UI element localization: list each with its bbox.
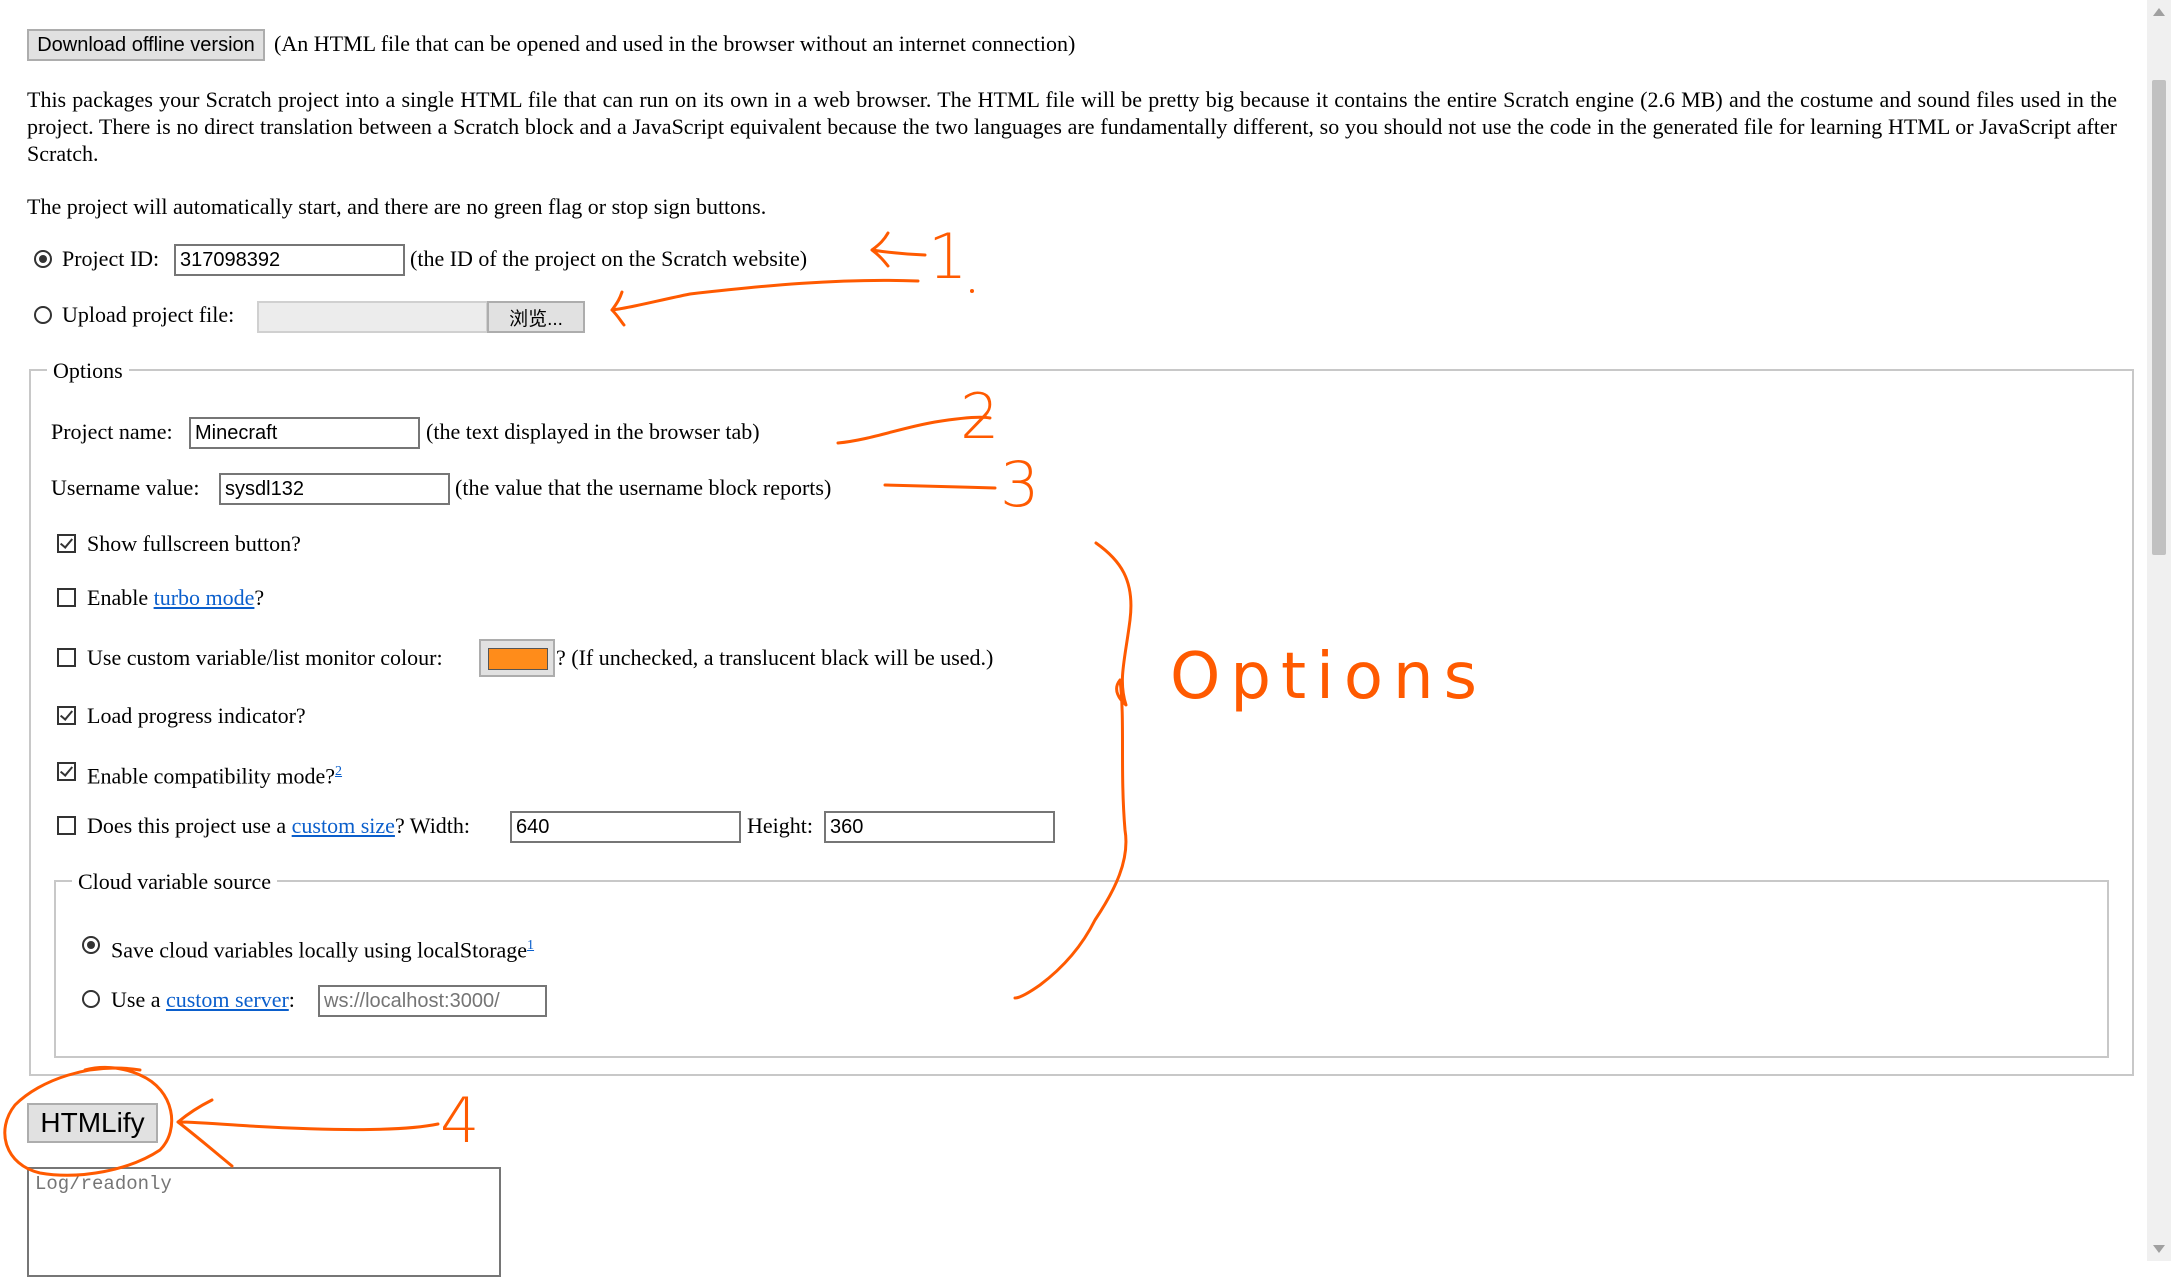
project-id-note: (the ID of the project on the Scratch we…: [410, 246, 808, 271]
project-id-input[interactable]: 317098392: [174, 244, 405, 276]
compat-checkbox[interactable]: [57, 762, 76, 781]
cloud-local-radio[interactable]: [82, 936, 100, 954]
custom-size-label: Does this project use a custom size? Wid…: [87, 813, 470, 839]
project-id-radio[interactable]: [34, 250, 52, 268]
scroll-up-arrow-icon[interactable]: [2153, 8, 2165, 16]
monitor-colour-picker[interactable]: [479, 639, 555, 677]
upload-file-radio[interactable]: [34, 306, 52, 324]
cloud-local-text: Save cloud variables locally using local…: [111, 937, 528, 963]
cloud-server-colon: :: [288, 987, 295, 1012]
arrow-4-htmlify: [176, 1098, 440, 1168]
annotation-label-4: 4: [440, 1084, 480, 1157]
project-id-label: Project ID:: [62, 246, 160, 271]
monitor-colour-label: Use custom variable/list monitor colour:: [87, 645, 443, 670]
username-input[interactable]: sysdl132: [219, 473, 450, 505]
turbo-checkbox[interactable]: [57, 588, 76, 607]
upload-file-path[interactable]: [257, 301, 488, 333]
compat-footnote-link[interactable]: 2: [335, 764, 342, 779]
annotation-label-1: 1: [928, 220, 968, 293]
intro-paragraph: This packages your Scratch project into …: [27, 87, 2117, 166]
download-offline-button[interactable]: Download offline version: [27, 29, 265, 61]
turbo-prefix: Enable: [87, 585, 149, 610]
vertical-scrollbar[interactable]: [2147, 0, 2171, 1261]
project-name-label: Project name:: [51, 419, 173, 444]
fullscreen-label: Show fullscreen button?: [87, 531, 301, 556]
turbo-mode-link[interactable]: turbo mode: [154, 585, 255, 610]
cloud-local-footnote-link[interactable]: 1: [527, 938, 534, 953]
cloud-legend: Cloud variable source: [72, 869, 278, 895]
fullscreen-checkbox[interactable]: [57, 534, 76, 553]
htmlify-button[interactable]: HTMLify: [27, 1103, 158, 1143]
browse-button[interactable]: 浏览...: [487, 301, 585, 333]
height-input[interactable]: 360: [824, 811, 1055, 843]
turbo-suffix: ?: [254, 585, 265, 610]
cloud-fieldset: [54, 880, 2109, 1058]
custom-size-prefix: Does this project use a: [87, 813, 287, 838]
turbo-label: Enable turbo mode?: [87, 585, 264, 611]
width-label: ? Width:: [394, 813, 471, 838]
custom-size-link[interactable]: custom size: [292, 813, 395, 838]
cloud-server-prefix: Use a: [111, 987, 161, 1012]
cloud-local-label: Save cloud variables locally using local…: [111, 933, 534, 963]
scrollbar-thumb[interactable]: [2152, 80, 2166, 555]
width-input[interactable]: 640: [510, 811, 741, 843]
annotation-label-2: 2: [960, 380, 1000, 453]
custom-size-checkbox[interactable]: [57, 816, 76, 835]
height-label: Height:: [747, 813, 813, 838]
upload-file-label: Upload project file:: [62, 302, 235, 327]
annotation-label-3: 3: [1000, 448, 1040, 521]
scroll-down-arrow-icon[interactable]: [2153, 1245, 2165, 1253]
annotation-options-label: Options: [1170, 640, 1487, 714]
autostart-note: The project will automatically start, an…: [27, 194, 767, 219]
progress-label: Load progress indicator?: [87, 703, 306, 728]
custom-server-link[interactable]: custom server: [166, 987, 289, 1012]
compat-label: Enable compatibility mode?2: [87, 759, 342, 789]
compat-text: Enable compatibility mode?: [87, 763, 336, 789]
arrow-1-project-id: [870, 231, 927, 268]
download-note: (An HTML file that can be opened and use…: [274, 31, 1076, 56]
progress-checkbox[interactable]: [57, 706, 76, 725]
monitor-colour-note: ? (If unchecked, a translucent black wil…: [556, 645, 994, 670]
monitor-colour-checkbox[interactable]: [57, 648, 76, 667]
cloud-server-radio[interactable]: [82, 990, 100, 1008]
username-label: Username value:: [51, 475, 200, 500]
monitor-colour-swatch: [488, 648, 548, 670]
cloud-server-input[interactable]: ws://localhost:3000/: [318, 985, 547, 1017]
options-legend: Options: [47, 358, 129, 384]
project-name-note: (the text displayed in the browser tab): [426, 419, 760, 444]
project-name-input[interactable]: Minecraft: [189, 417, 420, 449]
username-note: (the value that the username block repor…: [455, 475, 832, 500]
cloud-server-label: Use a custom server:: [111, 987, 295, 1013]
arrow-1-upload: [610, 278, 920, 327]
